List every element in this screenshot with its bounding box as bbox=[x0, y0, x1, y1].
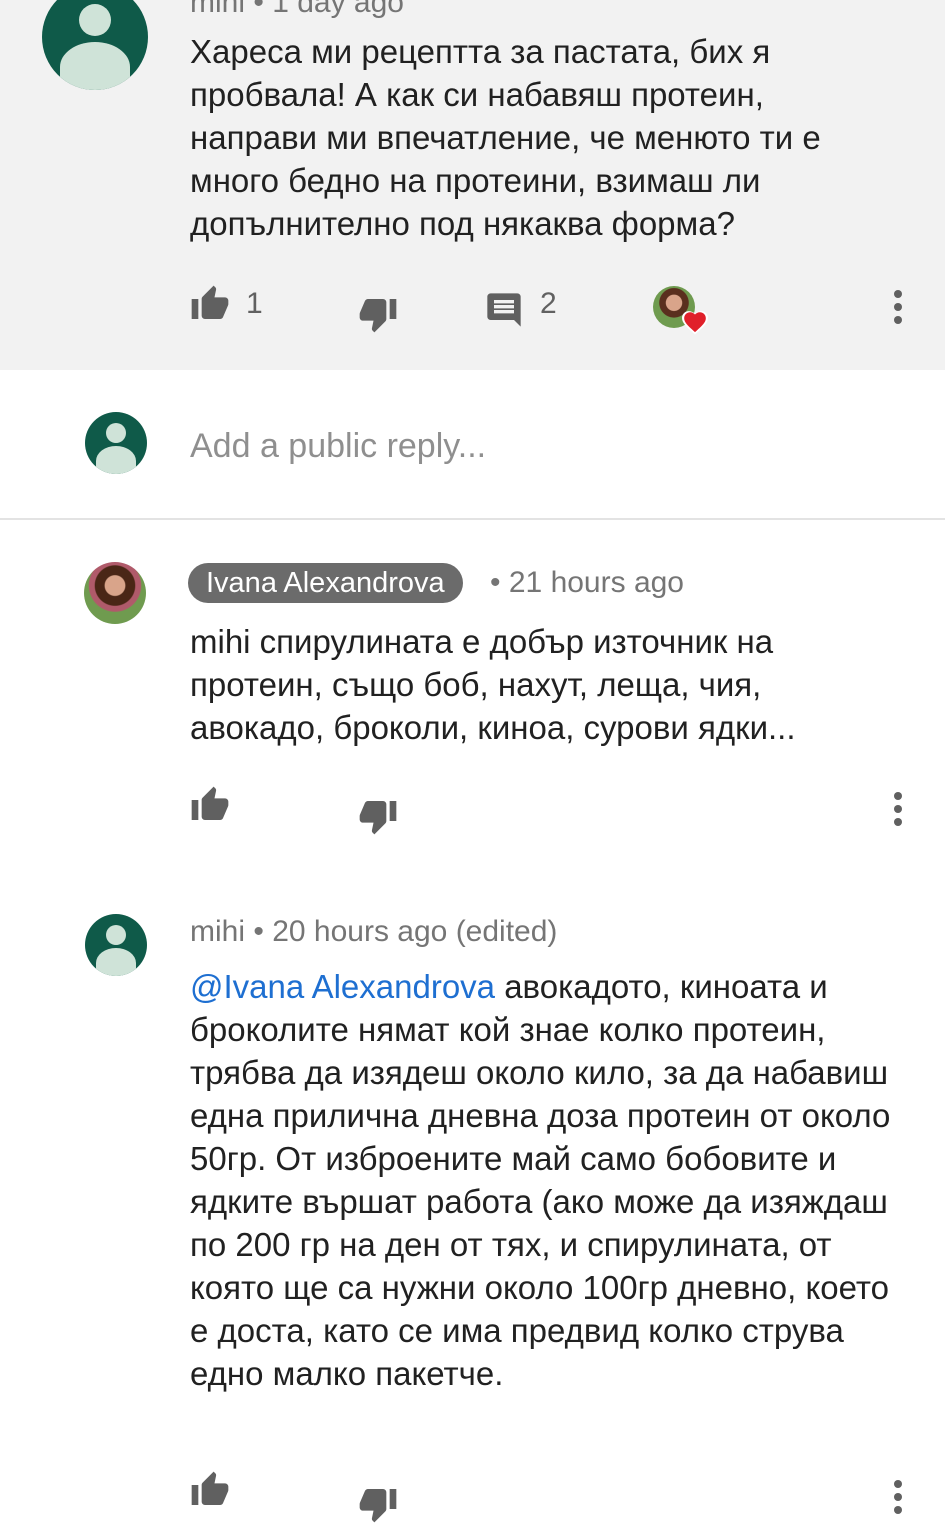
comment-meta: • 21 hours ago bbox=[490, 566, 684, 599]
timestamp: 1 day ago bbox=[272, 0, 404, 19]
reply-icon bbox=[487, 293, 521, 327]
avatar[interactable] bbox=[42, 0, 148, 90]
comment-body: авокадото, киноата и броколите нямат кой… bbox=[190, 968, 891, 1392]
more-vert-icon[interactable] bbox=[893, 1480, 903, 1519]
dislike-button[interactable] bbox=[356, 796, 402, 836]
dislike-button[interactable] bbox=[356, 1484, 402, 1524]
reply-count: 2 bbox=[540, 287, 557, 320]
timestamp: 21 hours ago bbox=[508, 566, 684, 599]
author-name[interactable]: mihi bbox=[190, 915, 245, 948]
like-button[interactable] bbox=[188, 284, 234, 324]
author-badge[interactable]: Ivana Alexandrova bbox=[188, 563, 463, 603]
comment-text: Хареса ми рецептта за пастата, бих я про… bbox=[190, 33, 821, 242]
like-count: 1 bbox=[246, 287, 263, 320]
thumb-down-icon bbox=[359, 801, 397, 835]
divider bbox=[0, 518, 945, 520]
comment-meta: mihi • 20 hours ago (edited) bbox=[190, 915, 558, 948]
thumb-up-icon bbox=[191, 1471, 229, 1505]
reply-button[interactable] bbox=[484, 290, 526, 332]
like-button[interactable] bbox=[188, 1470, 234, 1510]
comment-meta: mihi • 1 day ago bbox=[190, 0, 404, 20]
thumb-down-icon bbox=[359, 299, 397, 333]
comment-text: @Ivana Alexandrova авокадото, киноата и … bbox=[190, 965, 905, 1395]
mention-link[interactable]: @Ivana Alexandrova bbox=[190, 968, 495, 1005]
more-vert-icon[interactable] bbox=[893, 290, 903, 329]
avatar[interactable] bbox=[84, 562, 146, 624]
comment-1: mihi • 1 day ago Хареса ми рецептта за п… bbox=[0, 0, 945, 370]
current-user-avatar bbox=[85, 412, 147, 474]
heart-icon bbox=[682, 311, 708, 335]
comment-text: mihi спирулината е добър източник на про… bbox=[190, 623, 796, 746]
author-name[interactable]: mihi bbox=[190, 0, 245, 19]
add-reply-input[interactable]: Add a public reply... bbox=[190, 427, 486, 466]
thumb-up-icon bbox=[191, 786, 229, 820]
thumb-down-icon bbox=[359, 1489, 397, 1523]
thumb-up-icon bbox=[191, 285, 229, 319]
like-button[interactable] bbox=[188, 785, 234, 825]
more-vert-icon[interactable] bbox=[893, 792, 903, 831]
dislike-button[interactable] bbox=[356, 294, 402, 334]
timestamp: 20 hours ago (edited) bbox=[272, 915, 558, 948]
avatar[interactable] bbox=[85, 914, 147, 976]
